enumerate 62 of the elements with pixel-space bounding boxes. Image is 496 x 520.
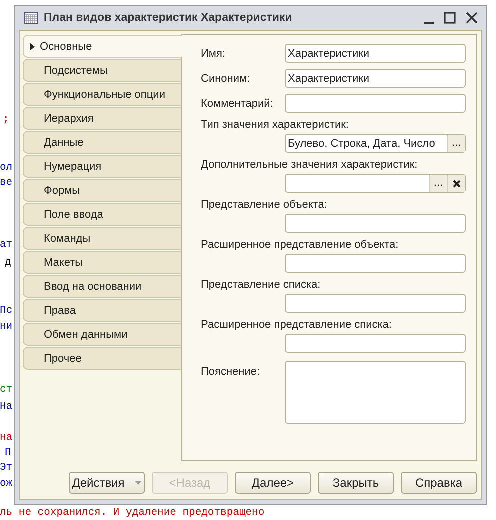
code-line: ни [0,321,13,333]
tab[interactable]: Данные [23,131,181,154]
input-field[interactable]: Характеристики [285,44,466,63]
code-line: ; [3,114,10,126]
code-line: ол [0,162,13,174]
dialog-button[interactable]: Закрыть [318,472,394,494]
field-label: Тип значения характеристик: [201,119,350,131]
field-label: Пояснение: [201,366,262,378]
tab[interactable]: Права [23,299,181,322]
code-line: д [5,257,12,269]
tab[interactable]: Иерархия [23,107,181,130]
input-field[interactable] [285,294,466,313]
tab[interactable]: Функциональные опции [23,83,181,106]
input-field[interactable] [285,214,466,233]
field-label: Имя: [201,48,226,60]
close-icon [452,180,460,188]
tab[interactable]: Прочее [23,347,181,370]
input-field[interactable] [285,334,466,353]
field-label: Представление объекта: [201,199,328,211]
input-field[interactable]: Булево, Строка, Дата, Число ... [285,134,466,153]
caret-icon [134,481,142,485]
tab[interactable]: Ввод на основании [23,275,181,298]
code-line: На [0,401,13,413]
maximize-icon[interactable] [444,12,456,24]
code-line: ль не сохранился. И удаление предотвращено [0,507,265,519]
tab[interactable]: Нумерация [23,155,181,178]
tab[interactable]: Основные [23,35,182,58]
close-icon[interactable] [466,12,478,24]
code-line: ве [0,177,13,189]
field-label: Расширенное представление объекта: [201,239,400,251]
input-field[interactable] [285,94,466,113]
field-label: Представление списка: [201,279,322,291]
code-line: Эт [0,462,13,474]
code-line: ож [0,478,13,490]
code-line: Пс [0,305,13,317]
table-icon [24,12,38,24]
code-line: ат [0,239,13,251]
code-line: на [0,432,13,444]
input-field[interactable]: Характеристики [285,69,466,88]
text-area[interactable] [285,361,466,424]
choose-button[interactable]: ... [429,175,447,192]
field-label: Расширенное представление списка: [201,319,393,331]
field-label: Комментарий: [201,98,274,110]
tab[interactable]: Поле ввода [23,203,181,226]
window-title: План видов характеристик Характеристики [44,12,294,24]
field-label: Дополнительные значения характеристик: [201,159,419,171]
tab[interactable]: Команды [23,227,181,250]
field-label: Синоним: [201,72,252,84]
actions-menu-button[interactable]: Действия [69,472,145,494]
dialog-button[interactable]: Справка [401,472,477,494]
input-field[interactable]: ... [285,174,466,193]
tab[interactable]: Обмен данными [23,323,181,346]
triangle-icon [30,42,35,50]
choose-button[interactable]: ... [447,135,465,152]
tab[interactable]: Формы [23,179,181,202]
input-field[interactable] [285,254,466,273]
code-line: ст [0,384,13,396]
clear-button[interactable] [447,175,465,192]
dialog-button[interactable]: Далее> [235,472,311,494]
tab[interactable]: Макеты [23,251,181,274]
tab[interactable]: Подсистемы [23,59,181,82]
code-line: П [5,447,12,459]
